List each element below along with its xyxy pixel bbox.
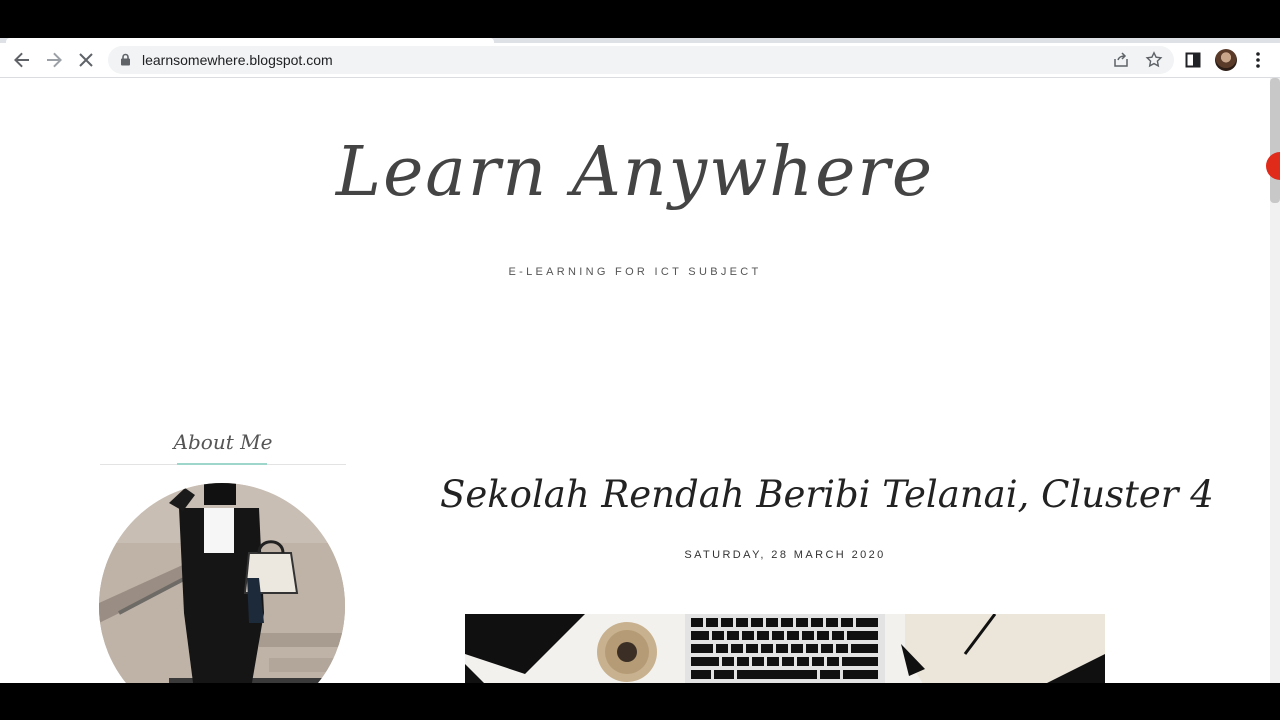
side-panel-icon: [1185, 52, 1201, 68]
back-button[interactable]: [10, 48, 34, 72]
browser-toolbar: learnsomewhere.blogspot.com: [0, 43, 1280, 78]
profile-photo: [99, 483, 345, 683]
about-me-heading: About Me: [173, 430, 273, 454]
video-letterbox-top: [0, 0, 1280, 38]
address-bar[interactable]: learnsomewhere.blogspot.com: [108, 46, 1174, 74]
forward-button[interactable]: [42, 48, 66, 72]
post-date: SATURDAY, 28 MARCH 2020: [684, 549, 886, 561]
desk-keyboard-illustration: [465, 614, 1105, 683]
profile-photo-illustration: [99, 483, 345, 683]
close-icon: [79, 53, 93, 67]
post-title[interactable]: Sekolah Rendah Beribi Telanai, Cluster 4: [440, 473, 1214, 516]
blog-title[interactable]: Learn Anywhere: [0, 133, 1270, 212]
arrow-left-icon: [14, 52, 29, 68]
browser-menu-button[interactable]: [1246, 48, 1270, 72]
about-accent-line: [177, 463, 267, 465]
side-panel-button[interactable]: [1181, 48, 1205, 72]
star-icon[interactable]: [1145, 51, 1163, 69]
arrow-right-icon: [47, 52, 62, 68]
page-viewport: Learn Anywhere E-LEARNING FOR ICT SUBJEC…: [0, 78, 1270, 683]
profile-avatar[interactable]: [1215, 49, 1237, 71]
stop-loading-button[interactable]: [74, 48, 98, 72]
url-text[interactable]: learnsomewhere.blogspot.com: [142, 52, 333, 68]
scrollbar-thumb[interactable]: [1270, 78, 1280, 203]
share-icon[interactable]: [1112, 51, 1130, 69]
lock-icon[interactable]: [120, 53, 131, 66]
blog-tagline: E-LEARNING FOR ICT SUBJECT: [508, 266, 762, 278]
kebab-menu-icon: [1256, 52, 1260, 68]
video-letterbox-bottom: [0, 683, 1280, 720]
post-featured-image: [465, 614, 1105, 683]
